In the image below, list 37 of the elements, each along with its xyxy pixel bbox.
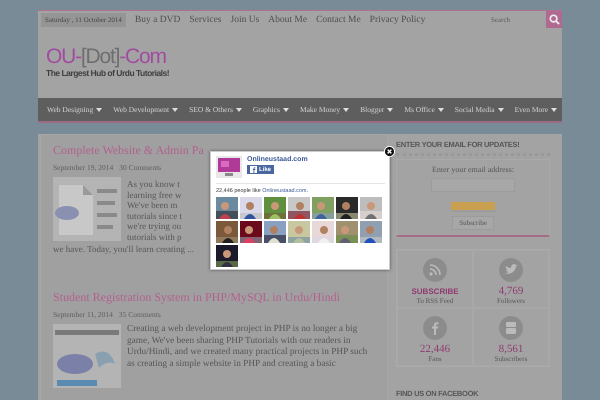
excerpt-text: we're trying ou [127,221,182,232]
close-icon[interactable] [384,146,395,157]
rss-icon[interactable] [423,258,447,282]
counter-value: 4,769 [498,286,524,297]
facebook-icon [250,166,257,173]
caret-icon [551,108,558,112]
excerpt-text: learning free w [127,190,182,200]
excerpt-text: tutorials with p [127,232,182,242]
caret-icon [343,108,350,112]
search-icon [548,14,560,25]
feed-badge-icon [451,202,495,212]
caret-icon [498,108,504,112]
top-menu-link[interactable]: Join Us [230,14,260,24]
bird-icon[interactable] [499,258,523,282]
site-tagline: The Largest Hub of Urdu Tutorials! [46,68,170,78]
counter-value: 22,446 [420,344,450,355]
facebook-icon[interactable] [423,316,447,340]
caret-icon [172,108,178,112]
excerpt-text: tutorials since t [127,210,182,221]
caret-icon [282,108,289,112]
caret-icon [236,108,242,112]
caret-icon [387,108,394,112]
counter-value: 8,561 [498,344,524,355]
caret-icon [438,108,444,112]
top-menu-link[interactable]: About Me [268,14,308,24]
caret-icon [96,108,102,112]
top-menu-link[interactable]: Contact Me [316,14,361,24]
top-menu-link[interactable]: Services [189,14,222,24]
top-menu-link[interactable]: Privacy Policy [370,14,426,24]
excerpt-text: We've been m [127,200,178,210]
email-label: Enter your email address: [432,165,514,174]
excerpt-text: Creating a web development project in PHP is no longer a big game, We've been sharing PHP Tutorials with our readers in Urdu/Hindi, and we created many practical projects in PHP such as creating a simple website in PHP and creating a basic [127,324,368,370]
search-button[interactable] [546,11,562,28]
excerpt-text: we have. Today, you'll learn creating ... [53,244,195,254]
excerpt-text: As you know t [127,179,181,190]
top-menu-link[interactable]: Buy a DVD [134,14,180,24]
counter-value: SUBSCRIBE [411,286,459,297]
